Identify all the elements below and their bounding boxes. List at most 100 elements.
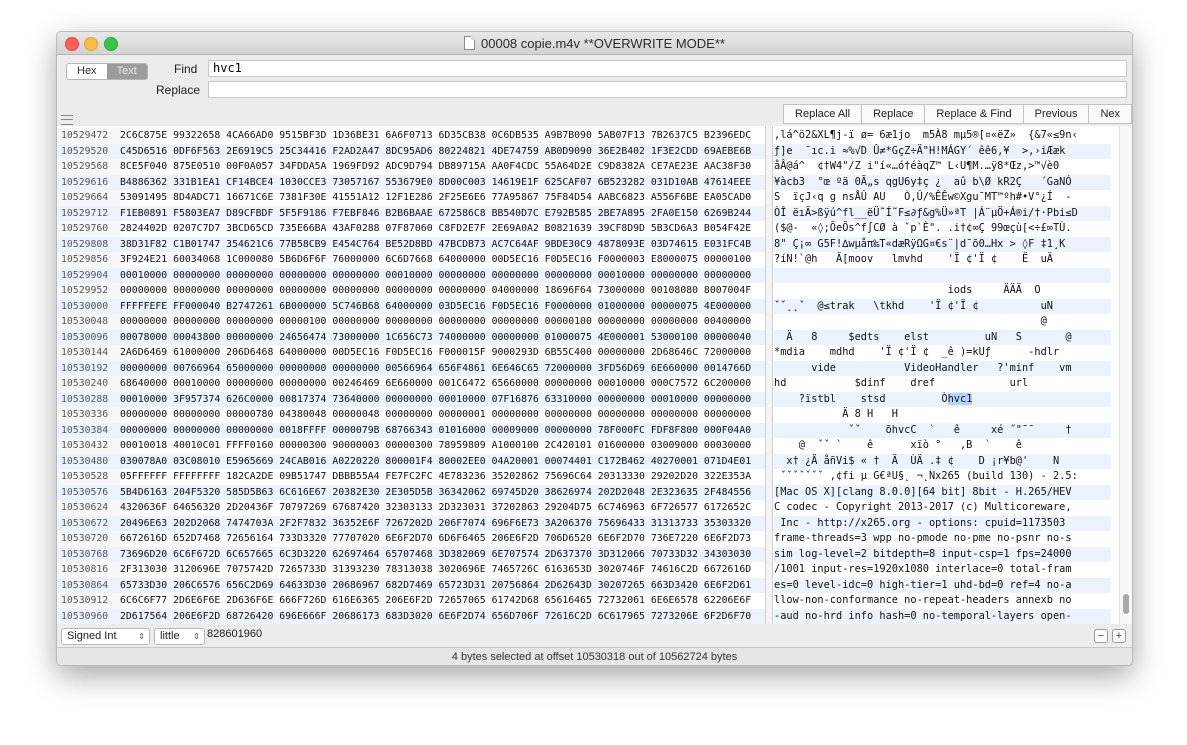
text-bytes[interactable]: llow-non-conformance no-repeat-headers a… <box>774 593 1111 609</box>
text-bytes[interactable]: ($@- «◊;ÕeÕs^f∫CØ à ˇp`È". .i†¢∞Ç 99œçù[… <box>774 221 1111 237</box>
hex-bytes[interactable]: 2C6C875E 99322658 4CA66AD0 9515BF3D 1D36… <box>118 128 765 144</box>
hex-bytes[interactable]: 38D31F82 C1B01747 354621C6 77B58CB9 E454… <box>118 236 765 252</box>
hex-bytes[interactable]: 2824402D 0207C7D7 3BCD65CD 735E66BA 43AF… <box>118 221 765 237</box>
replace-all-button[interactable]: Replace All <box>784 105 863 123</box>
text-bytes[interactable]: vide VideoHandler ?'minf vm <box>774 360 1111 376</box>
hex-bytes[interactable]: 00010000 3F957374 626C0000 00817374 7364… <box>118 391 765 407</box>
hex-bytes[interactable]: 00078000 00043800 00000000 24656474 7300… <box>118 329 765 345</box>
hex-bytes[interactable]: 2D617564 206E6F2D 68726420 696E666F 2068… <box>118 608 765 624</box>
text-bytes[interactable]: åÂ@á^ ¢†W4"/Z i"í«…ó†éàqZ™ L‹U¶M.…ÿ8*Œz‚… <box>774 159 1111 175</box>
endian-select[interactable]: little ⇕ <box>154 628 205 645</box>
text-bytes[interactable]: Ä 8 $edts elst uN S @ <box>774 329 1111 345</box>
text-bytes[interactable]: ˇˇˇˇˇˇˇ ,¢fi µ G€ªU§˛ ¬˛Nx265 (build 130… <box>774 469 1111 485</box>
status-bar: 4 bytes selected at offset 10530318 out … <box>57 647 1132 665</box>
hex-row: 10530768 73696D20 6C6F672D 6C657665 6C3D3… <box>57 546 1132 562</box>
vertical-scrollbar[interactable] <box>1119 126 1132 624</box>
remove-inspector-button[interactable]: − <box>1094 629 1108 643</box>
row-offset: 10530960 <box>57 608 121 624</box>
text-bytes[interactable]: ˇˇ˛˛ˇ @≤trak \tkhd 'Ï ¢'Ï ¢ uN <box>774 298 1111 314</box>
text-bytes[interactable]: ,lá^ö2&XL¶j-ï ø= 6æ1jo m5À8 mµ5®[¤«ëZ» {… <box>774 128 1111 144</box>
hex-bytes[interactable]: 73696D20 6C6F672D 6C657665 6C3D3220 6269… <box>118 546 765 562</box>
text-bytes[interactable]: hd $dinf dref url <box>774 376 1111 392</box>
text-bytes[interactable]: 8" Ç¡∞ G5F!∆wµåπ‰T«dæRÿΩG¤€s¨|d¯õ0…Hx > … <box>774 236 1111 252</box>
text-bytes[interactable]: Inc - http://x265.org - options: cpuid=1… <box>774 515 1111 531</box>
hex-bytes[interactable]: 65733D30 206C6576 656C2D69 64633D30 2068… <box>118 577 765 593</box>
hex-bytes[interactable]: 00000000 00000000 00000000 00000100 0000… <box>118 314 765 330</box>
row-offset: 10530528 <box>57 469 121 485</box>
hex-bytes[interactable]: 05FFFFFF FFFFFFFF 182CA2DE 09B51747 DBBB… <box>118 469 765 485</box>
row-offset: 10529952 <box>57 283 121 299</box>
text-bytes[interactable]: S ïçJ‹q g nsÅÛ AU Ò,Û/%ÊÊw©Xgu¯MT™ºh#•V°… <box>774 190 1111 206</box>
hex-bytes[interactable]: 00000000 00766964 65000000 00000000 0000… <box>118 360 765 376</box>
hex-bytes[interactable]: 6C6C6F77 2D6E6F6E 2D636F6E 666F726D 616E… <box>118 593 765 609</box>
hex-bytes[interactable]: 2F313030 3120696E 7075742D 7265733D 3139… <box>118 562 765 578</box>
mode-hex-option[interactable]: Hex <box>67 64 107 79</box>
text-bytes[interactable]: iods ÄÄÄ O <box>774 283 1111 299</box>
row-offset: 10530000 <box>57 298 121 314</box>
text-bytes[interactable] <box>774 267 1111 283</box>
title-bar: 00008 copie.m4v **OVERWRITE MODE** <box>57 32 1132 55</box>
app-window: 00008 copie.m4v **OVERWRITE MODE** Hex T… <box>56 31 1133 666</box>
text-bytes[interactable]: /1001 input-res=1920x1080 interlace=0 to… <box>774 562 1111 578</box>
replace-input[interactable] <box>208 81 1127 98</box>
hex-bytes[interactable]: F1EB0891 F5803EA7 D89CFBDF 5F5F9186 F7EB… <box>118 205 765 221</box>
text-bytes[interactable]: ?ïstbl stsd Òhvc1 <box>774 391 1111 407</box>
row-offset: 10530144 <box>57 345 121 361</box>
hex-row: 10529712 F1EB0891 F5803EA7 D89CFBDF 5F5F9… <box>57 205 1132 221</box>
text-bytes[interactable]: ƒ]e ¯ıc.i ≈%√D Û≠*GçZ÷Ä"H!MÁGY´ êê6,¥ >,… <box>774 143 1111 159</box>
hex-bytes[interactable]: 6672616D 652D7468 72656164 733D3320 7770… <box>118 531 765 547</box>
hex-bytes[interactable]: 53091495 8D4ADC71 16671C6E 7381F30E 4155… <box>118 190 765 206</box>
row-offset: 10530672 <box>57 515 121 531</box>
text-bytes[interactable]: -aud no-hrd info hash=0 no-temporal-laye… <box>774 608 1111 624</box>
scrollbar-thumb[interactable] <box>1123 594 1129 614</box>
text-bytes[interactable]: C codec - Copyright 2013-2017 (c) Multic… <box>774 500 1111 516</box>
text-bytes[interactable]: [Mac OS X][clang 8.0.0][64 bit] 8bit - H… <box>774 484 1111 500</box>
hex-bytes[interactable]: 00000000 00000000 00000000 00000000 0000… <box>118 283 765 299</box>
hex-text-mode-toggle[interactable]: Hex Text <box>66 63 148 80</box>
hex-bytes[interactable]: B4886362 331B1EA1 CF14BCE4 1030CCE3 7305… <box>118 174 765 190</box>
text-bytes[interactable]: es=0 level-idc=0 high-tier=1 uhd-bd=0 re… <box>774 577 1111 593</box>
find-input[interactable]: hvc1 <box>208 60 1127 77</box>
row-offset: 10530192 <box>57 360 121 376</box>
hex-bytes[interactable]: 5B4D6163 204F5320 585D5B63 6C616E67 2038… <box>118 484 765 500</box>
row-offset: 10530384 <box>57 422 121 438</box>
hex-row: 10530144 2A6D6469 61000000 206D6468 64000… <box>57 345 1132 361</box>
options-menu-icon[interactable] <box>61 115 73 125</box>
next-button[interactable]: Nex <box>1089 105 1132 123</box>
hex-bytes[interactable]: 2A6D6469 61000000 206D6468 64000000 00D5… <box>118 345 765 361</box>
hex-bytes[interactable]: 4320636F 64656320 2D20436F 70797269 6768… <box>118 500 765 516</box>
mode-text-option[interactable]: Text <box>106 64 147 79</box>
text-bytes[interactable]: x† ¿Ä åñVi$ « † Ä ÙÄ .‡ ¢ D ¡r¥b@' N <box>774 453 1111 469</box>
text-bytes[interactable]: sim log-level=2 bitdepth=8 input-csp=1 f… <box>774 546 1111 562</box>
text-bytes[interactable]: @ <box>774 314 1111 330</box>
text-bytes[interactable]: @ ˇˇ ` ê xïò ° ,B ` ê <box>774 438 1111 454</box>
replace-button[interactable]: Replace <box>862 105 926 123</box>
text-bytes[interactable]: ¥àcb3 °œ ºä 0Ã„s qgU6y‡ç ¿ aû b\Ø kR2Ç ´… <box>774 174 1111 190</box>
hex-editor-view[interactable]: 10529472 2C6C875E 99322658 4CA66AD0 9515B… <box>57 126 1132 624</box>
hex-bytes[interactable]: 8CE5F040 875E0510 00F0A057 34FDDA5A 1969… <box>118 159 765 175</box>
hex-bytes[interactable]: 68640000 00010000 00000000 00000000 0024… <box>118 376 765 392</box>
replace-and-find-button[interactable]: Replace & Find <box>925 105 1024 123</box>
text-bytes[interactable]: frame-threads=3 wpp no-pmode no-pme no-p… <box>774 531 1111 547</box>
row-offset: 10530768 <box>57 546 121 562</box>
hex-row: 10530864 65733D30 206C6576 656C2D69 64633… <box>57 577 1132 593</box>
previous-button[interactable]: Previous <box>1024 105 1090 123</box>
type-select[interactable]: Signed Int ⇕ <box>61 628 150 645</box>
add-inspector-button[interactable]: + <box>1112 629 1126 643</box>
hex-bytes[interactable]: C45D6516 0DF6F563 2E6919C5 25C34416 F2AD… <box>118 143 765 159</box>
text-bytes[interactable]: Ä 8 H H <box>774 407 1111 423</box>
selection-highlight[interactable]: hvc1 <box>947 392 973 405</box>
hex-bytes[interactable]: 00010000 00000000 00000000 00000000 0000… <box>118 267 765 283</box>
hex-bytes[interactable]: 00010018 40010C01 FFFF0160 00000300 9000… <box>118 438 765 454</box>
hex-bytes[interactable]: 20496E63 202D2068 7474703A 2F2F7832 3635… <box>118 515 765 531</box>
row-offset: 10530480 <box>57 453 121 469</box>
hex-bytes[interactable]: 030078A0 03C08010 E5965669 24CAB016 A022… <box>118 453 765 469</box>
text-bytes[interactable]: ˇˇ õhvcC ` ê xé ˝"¯¯ † <box>774 422 1111 438</box>
hex-bytes[interactable]: FFFFFEFE FF000040 B2747261 6B000000 5C74… <box>118 298 765 314</box>
hex-bytes[interactable]: 00000000 00000000 00000000 0018FFFF 0000… <box>118 422 765 438</box>
text-bytes[interactable]: ÒÎ ëıÄ>ßÿú^fl__ëÜ˜Í˜F≤∂ƒ&g%Ü»ªT |Á¨µÖ+Á®… <box>774 205 1111 221</box>
hex-bytes[interactable]: 3F924E21 60034068 1C000080 5B6D6F6F 7600… <box>118 252 765 268</box>
text-bytes[interactable]: *mdia mdhd 'Ï ¢'Ï ¢ _ê )=kUƒ -hdlr <box>774 345 1111 361</box>
hex-bytes[interactable]: 00000000 00000000 00000780 04380048 0000… <box>118 407 765 423</box>
text-bytes[interactable]: ?íN!`@h Ä[moov lmvhd 'Ï ¢'Ï ¢ Ë uÄ <box>774 252 1111 268</box>
